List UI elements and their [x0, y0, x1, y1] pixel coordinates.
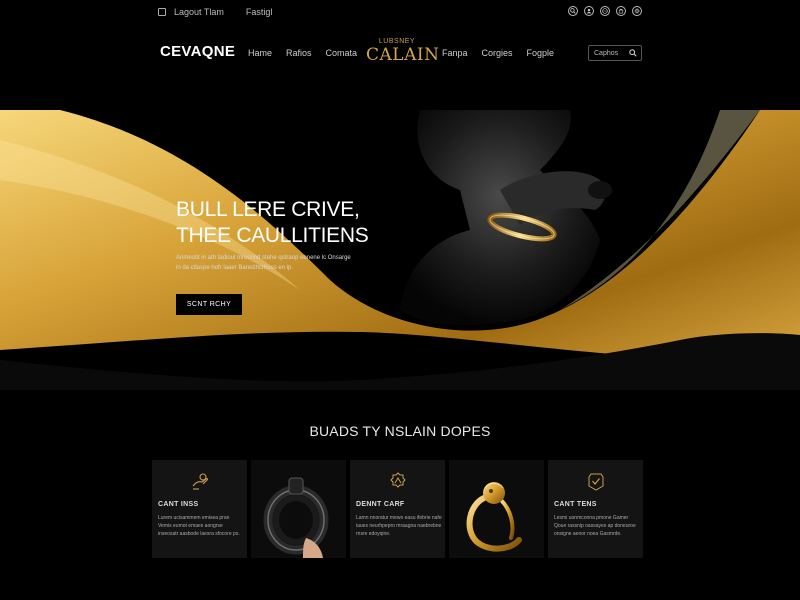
- feature-card-text: Lesmi uonmconna pmone Gamer Qoue rassnip…: [554, 515, 636, 537]
- check-badge-icon: [588, 473, 603, 491]
- nav-right: Fanpa Corgies Fogple: [442, 48, 554, 58]
- bag-icon[interactable]: [616, 6, 626, 16]
- nav-item-5[interactable]: Corgies: [482, 48, 513, 58]
- brand-name: CALAIN: [366, 45, 440, 65]
- product-card-ring[interactable]: [449, 460, 544, 558]
- product-card-earring[interactable]: [251, 460, 346, 558]
- feature-card-title: DENNT CARF: [356, 501, 405, 508]
- nav-item-2[interactable]: Rafios: [286, 48, 312, 58]
- hero-cta-button[interactable]: SCNT RCHY: [176, 294, 242, 315]
- utility-left: Lagout Tlam Fastigl: [158, 7, 272, 17]
- gear-icon[interactable]: [632, 6, 642, 16]
- brand-mark[interactable]: LUBSNEY CALAIN: [366, 38, 440, 65]
- feature-card-2[interactable]: DENNT CARF Lamn nnoratur mewo easu ifebr…: [350, 460, 445, 558]
- feature-card-title: CANT TENS: [554, 501, 597, 508]
- main-header: CEVAQNE Hame Rafios Comata LUBSNEY CALAI…: [0, 26, 800, 86]
- section-title: BUADS TY NSLAIN DOPES: [309, 423, 491, 439]
- hero-title: BULL LERE CRIVE, THEE CAULLITIENS: [176, 197, 369, 249]
- user-icon[interactable]: [584, 6, 594, 16]
- feature-card-text: Lurem ucisammem emisea pran Vemis eumot …: [158, 515, 240, 537]
- hero-title-line-2: THEE CAULLITIENS: [176, 224, 369, 247]
- sparkle-badge-icon: [389, 472, 406, 488]
- ring-hand-icon: [192, 473, 208, 490]
- nav-item-home[interactable]: Hame: [248, 48, 272, 58]
- utility-link-1[interactable]: Lagout Tlam: [174, 7, 224, 17]
- search-input[interactable]: Caphos: [588, 45, 642, 61]
- nav-item-6[interactable]: Fogple: [527, 48, 555, 58]
- search-placeholder: Caphos: [594, 49, 619, 57]
- nav-left: Hame Rafios Comata: [248, 48, 357, 58]
- utility-bar: Lagout Tlam Fastigl: [0, 0, 800, 26]
- feature-cards: CANT INSS Lurem ucisammem emisea pran Ve…: [152, 460, 644, 558]
- gold-lion-ring-image: [449, 460, 544, 558]
- calendar-icon: [158, 8, 166, 16]
- feature-card-text: Lamn nnoratur mewo easu ifebrie nafe iau…: [356, 515, 442, 537]
- feature-card-1[interactable]: CANT INSS Lurem ucisammem emisea pran Ve…: [152, 460, 247, 558]
- utility-icons: [568, 6, 642, 16]
- hero-background-image: [0, 110, 800, 390]
- brand-top-text: LUBSNEY: [378, 38, 416, 45]
- feature-card-3[interactable]: CANT TENS Lesmi uonmconna pmone Gamer Qo…: [548, 460, 643, 558]
- hero-banner: BULL LERE CRIVE, THEE CAULLITIENS Anmeot…: [0, 110, 800, 390]
- nav-item-3[interactable]: Comata: [326, 48, 358, 58]
- utility-link-2[interactable]: Fastigl: [246, 7, 273, 17]
- site-logo[interactable]: CEVAQNE: [160, 43, 235, 60]
- feature-card-title: CANT INSS: [158, 501, 199, 508]
- nav-item-4[interactable]: Fanpa: [442, 48, 468, 58]
- black-hoop-earring-image: [251, 460, 346, 558]
- hero-title-line-1: BULL LERE CRIVE,: [176, 198, 360, 221]
- search-icon[interactable]: [629, 49, 637, 57]
- hero-subtitle: Anmeotit in ath tadioul mrocrind stehe q…: [176, 255, 351, 271]
- globe-icon[interactable]: [600, 6, 610, 16]
- search-icon[interactable]: [568, 6, 578, 16]
